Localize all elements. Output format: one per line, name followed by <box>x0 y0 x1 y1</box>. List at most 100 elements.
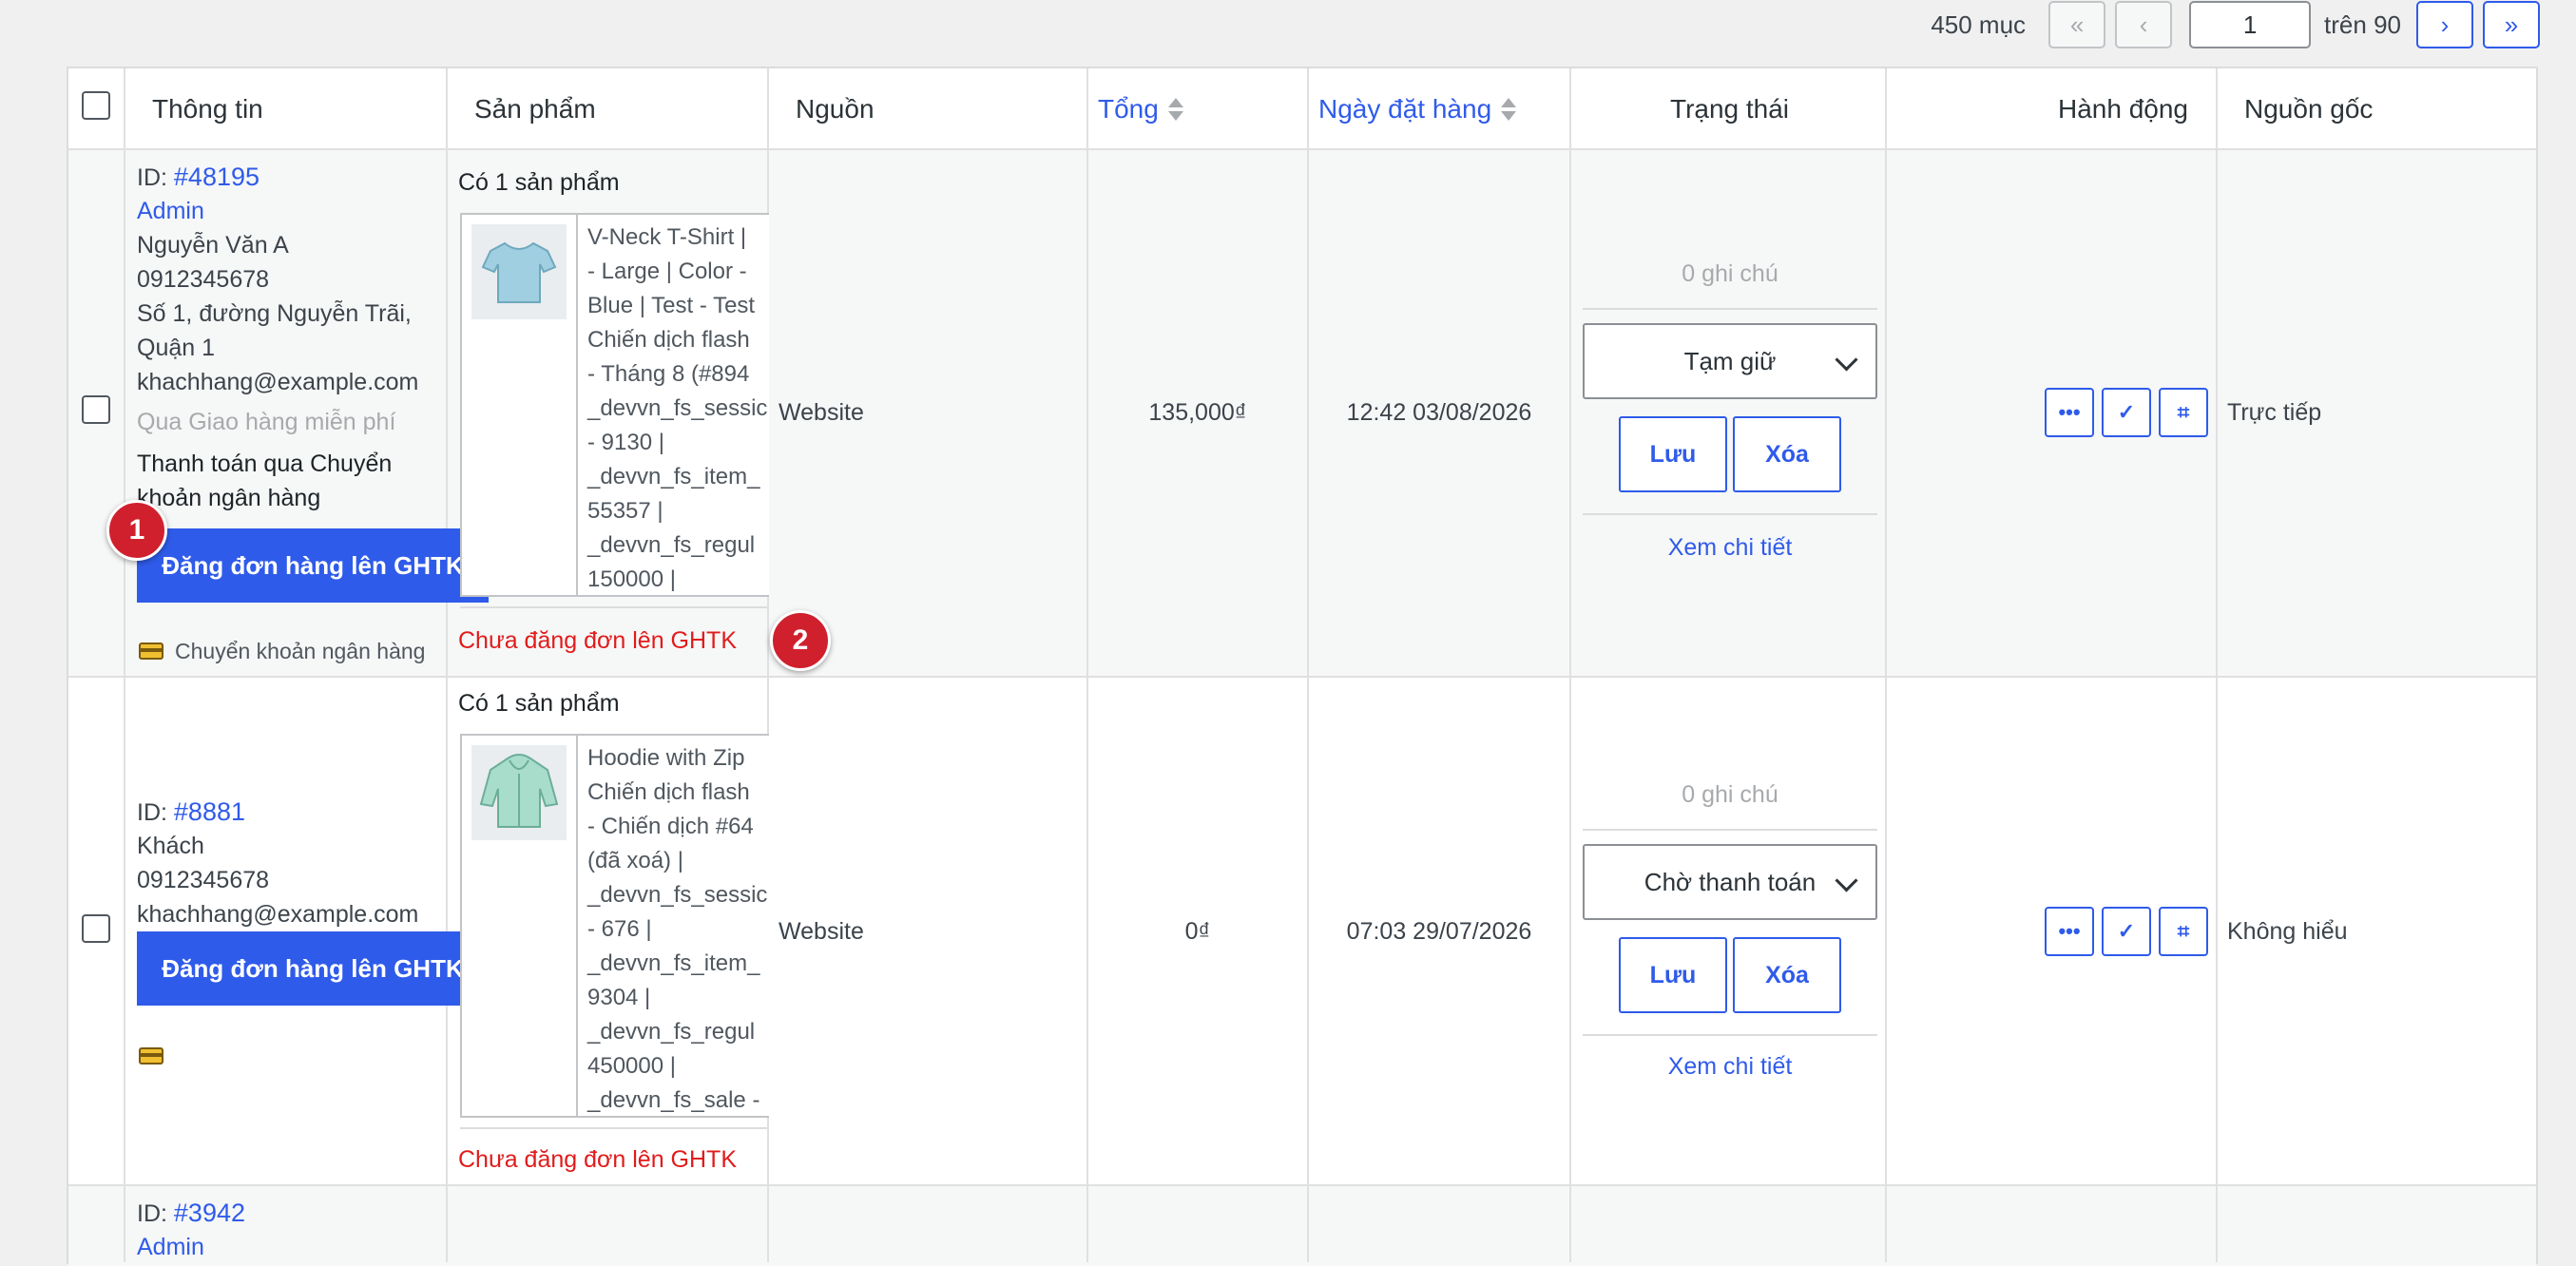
col-divider <box>1086 68 1088 1262</box>
product-meta-line: - Large | Color - <box>587 259 747 284</box>
status-select[interactable]: Chờ thanh toán <box>1583 844 1877 920</box>
col-header-order-date-label[interactable]: Ngày đặt hàng <box>1318 94 1491 125</box>
select-all-checkbox[interactable] <box>82 91 110 120</box>
sort-icon[interactable] <box>1167 95 1183 124</box>
customer-name: Nguyễn Văn A <box>137 232 289 259</box>
order-creator-link[interactable]: Admin <box>137 194 204 228</box>
order-id-link[interactable]: #48195 <box>174 163 260 191</box>
order-date: 12:42 03/08/2026 <box>1346 399 1532 426</box>
view-details-link[interactable]: Xem chi tiết <box>1583 1053 1877 1081</box>
post-to-ghtk-button[interactable]: Đăng đơn hàng lên GHTK <box>137 931 489 1006</box>
table-row <box>68 1186 2536 1266</box>
product-meta: V-Neck T-Shirt | - Large | Color - Blue … <box>587 221 768 595</box>
current-page-input[interactable]: 1 <box>2189 1 2312 48</box>
delete-button[interactable]: Xóa <box>1733 937 1841 1013</box>
product-thumbnail <box>471 224 567 319</box>
col-header-total[interactable]: Tổng <box>1098 68 1183 150</box>
ghtk-status: Chưa đăng đơn lên GHTK <box>458 1146 738 1173</box>
status-select[interactable]: Tạm giữ <box>1583 323 1877 399</box>
status-divider <box>1583 829 1877 831</box>
row-checkbox[interactable] <box>82 395 110 424</box>
product-meta-line: _devvn_fs_sale - <box>587 1087 760 1113</box>
crop-icon: ⌗ <box>2177 919 2190 943</box>
product-meta-line: 55357 | <box>587 498 663 524</box>
status-select-value[interactable]: Chờ thanh toán <box>1644 868 1816 897</box>
product-meta-line: Chiến dịch flash <box>587 779 750 805</box>
save-button[interactable]: Lưu <box>1619 416 1727 492</box>
order-id-label: ID: <box>137 164 167 191</box>
check-icon: ✓ <box>2117 919 2136 943</box>
col-header-total-label[interactable]: Tổng <box>1098 94 1159 125</box>
row-checkbox[interactable] <box>82 914 110 943</box>
product-count: Có 1 sản phẩm <box>458 169 620 196</box>
save-button[interactable]: Lưu <box>1619 937 1727 1013</box>
crop-button[interactable]: ⌗ <box>2159 388 2208 437</box>
product-meta-line: _devvn_fs_regul <box>587 1019 756 1045</box>
complete-button[interactable]: ✓ <box>2102 388 2151 437</box>
item-count: 450 mục <box>1931 10 2027 39</box>
more-actions-button[interactable]: ••• <box>2045 907 2094 956</box>
product-meta-line: - 9130 | <box>587 430 664 455</box>
order-origin: Không hiểu <box>2227 918 2348 945</box>
total-pages: trên 90 <box>2324 10 2401 39</box>
crop-button[interactable]: ⌗ <box>2159 907 2208 956</box>
order-source: Website <box>779 399 864 426</box>
post-to-ghtk-button[interactable]: Đăng đơn hàng lên GHTK <box>137 528 489 603</box>
product-meta-line: _devvn_fs_item_ <box>587 950 760 976</box>
product-meta-line: - 676 | <box>587 916 652 942</box>
status-divider <box>1583 1034 1877 1036</box>
check-icon: ✓ <box>2117 400 2136 424</box>
sort-icon[interactable] <box>1501 95 1517 124</box>
last-page-button[interactable]: » <box>2483 1 2540 48</box>
first-page-button[interactable]: « <box>2048 1 2106 48</box>
order-creator-link[interactable]: Admin <box>137 1230 204 1264</box>
more-icon: ••• <box>2058 919 2081 943</box>
product-meta-line: 450000 | <box>587 1053 676 1079</box>
next-page-button[interactable]: › <box>2416 1 2473 48</box>
col-header-origin: Nguồn gốc <box>2244 94 2374 124</box>
complete-button[interactable]: ✓ <box>2102 907 2151 956</box>
col-header-source: Nguồn <box>796 94 875 124</box>
col-header-info: Thông tin <box>152 94 263 124</box>
product-meta: Hoodie with Zip Chiến dịch flash - Chiến… <box>587 741 767 1116</box>
product-divider <box>460 1127 767 1129</box>
customer-phone: 0912345678 <box>137 266 270 293</box>
product-meta-line: 9304 | <box>587 985 651 1010</box>
order-total: 135,000₫ <box>1148 399 1247 426</box>
col-header-actions: Hành động <box>2058 94 2189 124</box>
prev-page-button[interactable]: ‹ <box>2115 1 2173 48</box>
delete-button[interactable]: Xóa <box>1733 416 1841 492</box>
credit-card-icon <box>139 1047 163 1065</box>
hoodie-icon <box>479 754 559 828</box>
notes-count: 0 ghi chú <box>1682 260 1778 287</box>
product-thumbnail <box>471 745 567 840</box>
product-meta-line: _devvn_fs_item_ <box>587 464 760 489</box>
product-meta-line: V-Neck T-Shirt | <box>587 224 747 250</box>
order-date: 07:03 29/07/2026 <box>1346 918 1532 945</box>
payment-method-line2: khoản ngân hàng <box>137 485 321 511</box>
order-id-link[interactable]: #3942 <box>174 1199 245 1227</box>
product-meta-line: 150000 | <box>587 566 676 592</box>
product-meta-line: - Tháng 8 (#894 <box>587 361 750 387</box>
product-meta-line: (đã xoá) | <box>587 848 683 873</box>
notes-count: 0 ghi chú <box>1682 781 1778 808</box>
product-meta-line: Blue | Test - Test <box>587 293 756 318</box>
col-divider <box>2216 68 2218 1262</box>
order-id-link[interactable]: #8881 <box>174 797 245 826</box>
order-id: ID: #48195 <box>137 160 260 195</box>
view-details-link[interactable]: Xem chi tiết <box>1583 534 1877 562</box>
more-icon: ••• <box>2058 400 2081 424</box>
orders-table: Thông tin Sản phẩm Nguồn Tổng Ngày đặt h… <box>67 67 2538 1266</box>
status-select-value[interactable]: Tạm giữ <box>1684 347 1777 376</box>
order-id: ID: #3942 <box>137 1196 245 1231</box>
product-meta-line: Chiến dịch flash <box>587 327 750 353</box>
col-header-order-date[interactable]: Ngày đặt hàng <box>1318 68 1517 150</box>
customer-phone: 0912345678 <box>137 867 270 893</box>
chevron-down-icon <box>1835 348 1858 372</box>
product-meta-line: _devvn_fs_sessic <box>587 395 768 421</box>
more-actions-button[interactable]: ••• <box>2045 388 2094 437</box>
tshirt-icon <box>481 241 557 303</box>
status-divider <box>1583 513 1877 515</box>
order-id-label: ID: <box>137 799 167 826</box>
status-divider <box>1583 308 1877 310</box>
